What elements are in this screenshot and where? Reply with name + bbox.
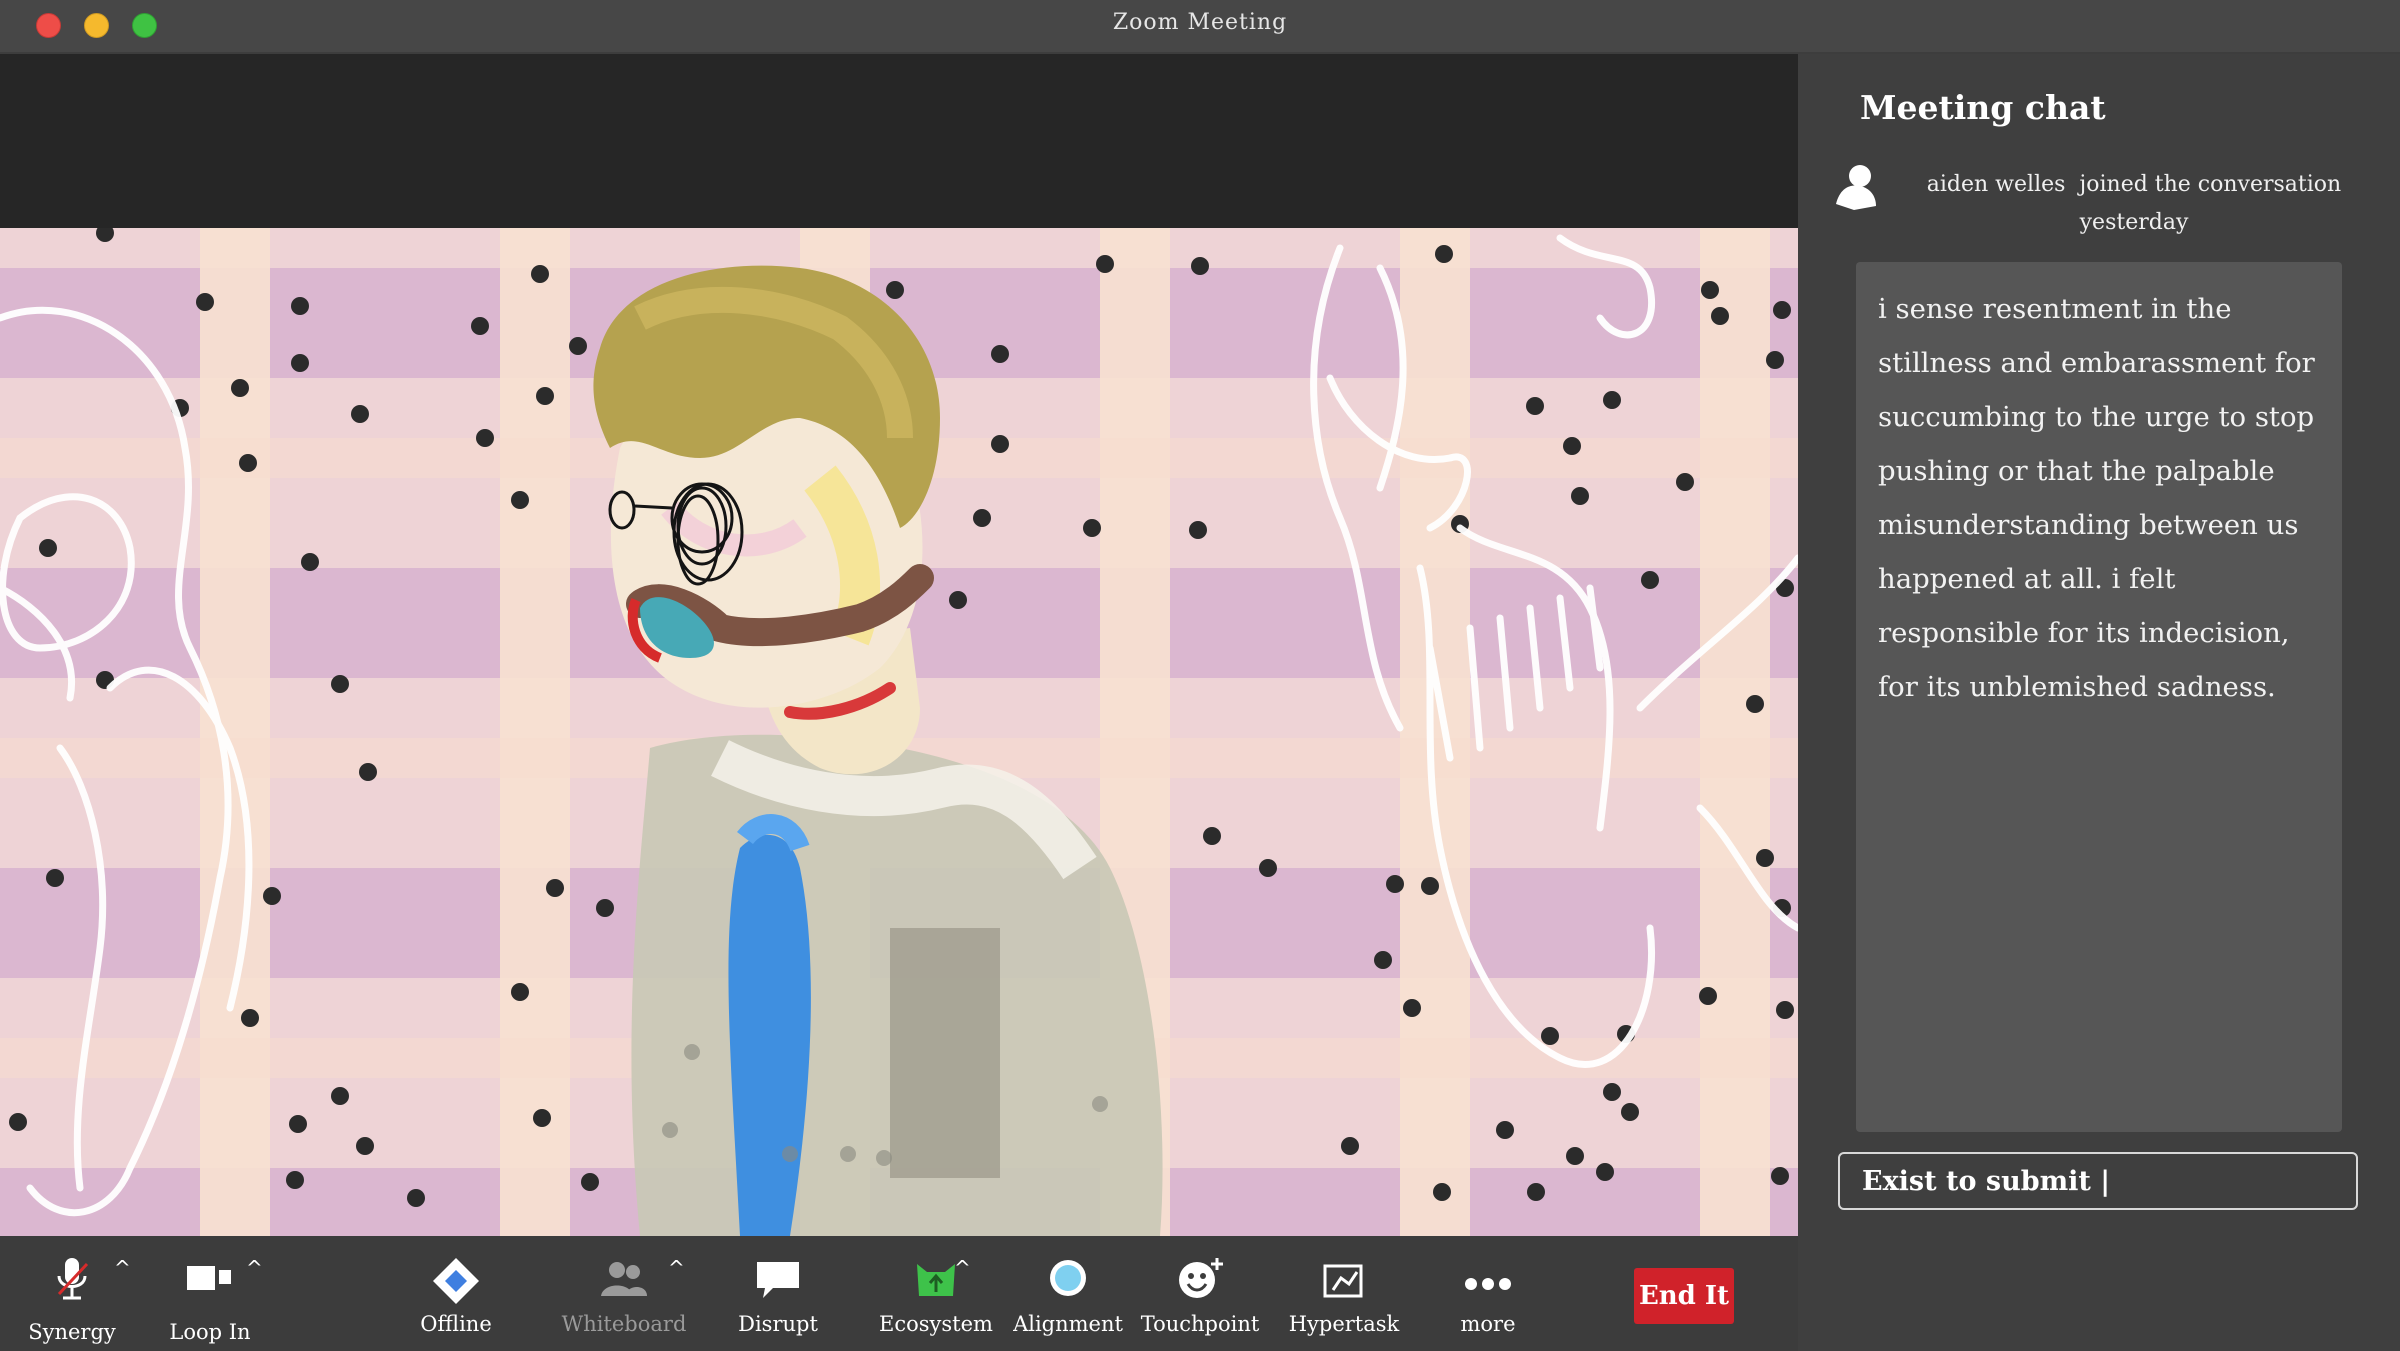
synergy-caret-icon[interactable]: ^ (114, 1256, 131, 1280)
whiteboard-button[interactable]: Whiteboard (562, 1248, 686, 1348)
offline-button[interactable]: Offline (396, 1248, 516, 1348)
chat-message-box: i sense resentment in the stillness and … (1856, 262, 2342, 1132)
more-label: more (1460, 1312, 1516, 1336)
user-icon (1836, 165, 1876, 210)
join-text: aiden welles joined the conversation yes… (1884, 166, 2384, 242)
offline-label: Offline (420, 1312, 492, 1336)
disrupt-label: Disrupt (738, 1312, 818, 1336)
join-user: aiden welles (1926, 172, 2066, 197)
participant-video (0, 228, 1798, 1236)
disrupt-button[interactable]: Disrupt (718, 1248, 838, 1348)
ecosystem-button[interactable]: Ecosystem (876, 1248, 996, 1348)
reaction-smiley-icon (1179, 1258, 1223, 1298)
video-camera-icon (187, 1266, 231, 1290)
whiteboard-caret-icon[interactable]: ^ (668, 1256, 685, 1280)
participants-icon (601, 1262, 647, 1296)
chat-title: Meeting chat (1860, 88, 2106, 127)
chat-panel: Meeting chat aiden welles joined the con… (1798, 54, 2400, 1351)
loop-in-label: Loop In (169, 1320, 251, 1344)
more-button[interactable]: more (1428, 1248, 1548, 1348)
more-dots-icon (1465, 1278, 1511, 1290)
ecosystem-caret-icon[interactable]: ^ (954, 1256, 971, 1280)
join-notice: aiden welles joined the conversation yes… (1834, 162, 2374, 242)
join-action: joined the conversation (2079, 172, 2342, 197)
video-illustration (0, 228, 1798, 1236)
alignment-button[interactable]: Alignment (1008, 1248, 1128, 1348)
touchpoint-label: Touchpoint (1140, 1312, 1260, 1336)
whiteboard-label: Whiteboard (561, 1312, 687, 1336)
touchpoint-button[interactable]: Touchpoint (1140, 1248, 1260, 1348)
chat-message: i sense resentment in the stillness and … (1878, 293, 2315, 703)
hypertask-icon (1323, 1264, 1363, 1298)
share-diamond-icon (433, 1258, 479, 1304)
hypertask-button[interactable]: Hypertask (1284, 1248, 1404, 1348)
chat-input[interactable]: Exist to submit | (1838, 1152, 2358, 1210)
join-time: yesterday (2079, 210, 2189, 235)
hypertask-label: Hypertask (1288, 1312, 1400, 1336)
video-top-band (0, 54, 1798, 228)
alignment-icon (1050, 1260, 1086, 1296)
title-bar: Zoom Meeting (0, 0, 2400, 54)
loop-in-caret-icon[interactable]: ^ (246, 1256, 263, 1280)
meeting-toolbar: Synergy ^ Loop In ^ Offline Whiteboard ^… (0, 1236, 1798, 1351)
window-title: Zoom Meeting (1112, 10, 1288, 35)
microphone-icon (57, 1258, 89, 1300)
chat-bubble-icon (757, 1262, 799, 1298)
end-meeting-button[interactable]: End It (1634, 1268, 1734, 1324)
